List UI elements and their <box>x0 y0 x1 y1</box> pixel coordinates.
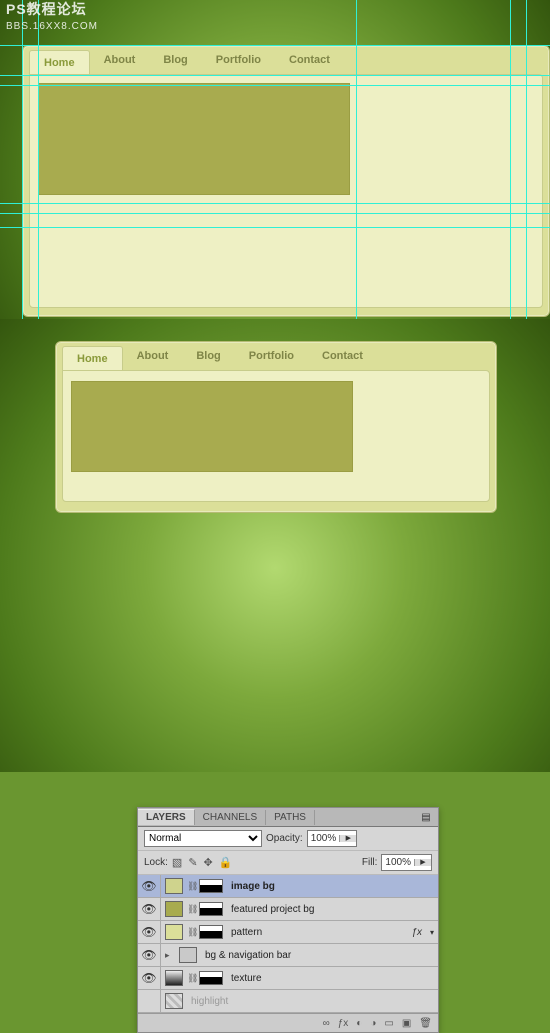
link-icon[interactable]: ⛓ <box>187 973 195 984</box>
mask-thumb <box>199 925 223 939</box>
opacity-label: Opacity: <box>266 833 303 844</box>
link-icon[interactable]: ⛓ <box>187 904 195 915</box>
panel-lock-row: Lock: ▧ ✎ ✥ 🔒 Fill: 100% ▶ <box>138 851 438 875</box>
layer-row[interactable]: 👁 ⛓ patternƒx▾ <box>138 921 438 944</box>
mask-thumb <box>199 971 223 985</box>
nav-item-portfolio[interactable]: Portfolio <box>235 342 308 370</box>
visibility-eye-icon[interactable]: 👁 <box>138 898 161 920</box>
fill-label: Fill: <box>362 857 378 868</box>
layers-list: 👁 ⛓ image bg 👁 ⛓ featured project bg 👁 ⛓ pattern… <box>138 875 438 1013</box>
fx-fold-icon[interactable]: ▾ <box>426 928 438 937</box>
layer-thumb <box>165 924 183 940</box>
layer-row[interactable]: 👁 ⛓ texture <box>138 967 438 990</box>
layer-thumbs: ⛓ <box>161 924 227 940</box>
lock-position-icon[interactable]: ✥ <box>204 856 213 869</box>
layer-row[interactable]: 👁 ⛓ featured project bg <box>138 898 438 921</box>
layer-thumbs: ⛓ <box>161 878 227 894</box>
fill-value: 100% <box>382 857 414 868</box>
nav-item-contact[interactable]: Contact <box>275 46 344 74</box>
layer-thumb <box>165 970 183 986</box>
layer-row[interactable]: 👁 ⛓ image bg <box>138 875 438 898</box>
panel-tabs: LAYERS CHANNELS PATHS ▤ <box>138 808 438 827</box>
layer-thumbs: ▸ <box>161 947 201 963</box>
mockup-window-bottom: HomeAboutBlogPortfolioContact <box>55 341 497 513</box>
nav-item-portfolio[interactable]: Portfolio <box>202 46 275 74</box>
layer-thumbs <box>161 993 187 1009</box>
lock-label: Lock: <box>144 857 168 868</box>
mockup-window-top: HomeAboutBlogPortfolioContact <box>22 45 550 317</box>
featured-project-block <box>38 83 350 195</box>
link-layers-icon[interactable]: ∞ <box>323 1018 330 1029</box>
tab-layers[interactable]: LAYERS <box>138 809 195 825</box>
visibility-eye-icon[interactable]: 👁 <box>138 944 161 966</box>
layer-name[interactable]: bg & navigation bar <box>201 950 438 961</box>
lock-pixels-icon[interactable]: ✎ <box>188 856 197 869</box>
nav-item-about[interactable]: About <box>123 342 183 370</box>
fx-indicator-icon[interactable]: ƒx <box>411 927 426 938</box>
visibility-eye-icon[interactable]: 👁 <box>138 921 161 943</box>
layer-name[interactable]: pattern <box>227 927 411 938</box>
opacity-value: 100% <box>308 833 340 844</box>
lock-transparent-icon[interactable]: ▧ <box>172 856 182 869</box>
watermark: PS教程论坛 BBS.16XX8.COM <box>6 2 98 32</box>
lock-all-icon[interactable]: 🔒 <box>219 856 233 869</box>
layer-thumb <box>165 901 183 917</box>
layer-name[interactable]: featured project bg <box>227 904 438 915</box>
folder-toggle-icon[interactable]: ▸ <box>165 950 175 961</box>
adjustment-icon[interactable]: ◑ <box>370 1018 376 1029</box>
nav-item-home[interactable]: Home <box>62 346 123 370</box>
mask-icon[interactable]: ◐ <box>356 1018 362 1029</box>
lock-icons: ▧ ✎ ✥ 🔒 <box>172 856 233 869</box>
layer-thumb <box>165 993 183 1009</box>
layer-row[interactable]: highlight <box>138 990 438 1013</box>
visibility-eye-icon[interactable]: 👁 <box>138 875 161 897</box>
panel-footer: ∞ ƒx ◐ ◑ ▭ ▣ 🗑 <box>138 1013 438 1032</box>
nav-bar: HomeAboutBlogPortfolioContact <box>23 46 549 74</box>
featured-project-block <box>71 381 353 472</box>
visibility-eye-icon[interactable]: 👁 <box>138 967 161 989</box>
tab-paths[interactable]: PATHS <box>266 810 315 825</box>
new-layer-icon[interactable]: ▣ <box>402 1018 411 1029</box>
nav-item-blog[interactable]: Blog <box>182 342 234 370</box>
content-area <box>62 370 490 502</box>
watermark-title: PS教程论坛 <box>6 1 87 17</box>
nav-item-about[interactable]: About <box>90 46 150 74</box>
link-icon[interactable]: ⛓ <box>187 927 195 938</box>
blend-mode-select[interactable]: Normal <box>144 830 262 847</box>
layer-thumbs: ⛓ <box>161 970 227 986</box>
folder-icon <box>179 947 197 963</box>
panel-menu-icon[interactable]: ▤ <box>418 812 434 823</box>
layer-name[interactable]: image bg <box>227 881 438 892</box>
panel-blend-row: Normal Opacity: 100% ▶ <box>138 827 438 851</box>
nav-bar: HomeAboutBlogPortfolioContact <box>56 342 496 370</box>
fill-field[interactable]: 100% ▶ <box>381 854 432 871</box>
nav-item-contact[interactable]: Contact <box>308 342 377 370</box>
nav-item-home[interactable]: Home <box>29 50 90 74</box>
bottom-preview: HomeAboutBlogPortfolioContact LAYERS CHA… <box>0 319 550 772</box>
layer-row[interactable]: 👁 ▸ bg & navigation bar <box>138 944 438 967</box>
link-icon[interactable]: ⛓ <box>187 881 195 892</box>
content-area <box>29 74 543 308</box>
trash-icon[interactable]: 🗑 <box>419 1018 432 1029</box>
layer-thumbs: ⛓ <box>161 901 227 917</box>
layer-thumb <box>165 878 183 894</box>
group-icon[interactable]: ▭ <box>384 1018 393 1029</box>
layer-name[interactable]: texture <box>227 973 438 984</box>
fx-icon[interactable]: ƒx <box>338 1018 349 1029</box>
chevron-right-icon[interactable]: ▶ <box>414 859 431 866</box>
mask-thumb <box>199 902 223 916</box>
opacity-field[interactable]: 100% ▶ <box>307 830 358 847</box>
layer-name[interactable]: highlight <box>187 996 438 1007</box>
top-preview: PS教程论坛 BBS.16XX8.COM HomeAboutBlogPortfo… <box>0 0 550 319</box>
nav-item-blog[interactable]: Blog <box>149 46 201 74</box>
watermark-sub: BBS.16XX8.COM <box>6 21 98 32</box>
tab-channels[interactable]: CHANNELS <box>195 810 266 825</box>
chevron-right-icon[interactable]: ▶ <box>339 835 356 842</box>
layers-panel: LAYERS CHANNELS PATHS ▤ Normal Opacity: … <box>137 807 439 1033</box>
visibility-eye-icon[interactable] <box>138 990 161 1012</box>
mask-thumb <box>199 879 223 893</box>
